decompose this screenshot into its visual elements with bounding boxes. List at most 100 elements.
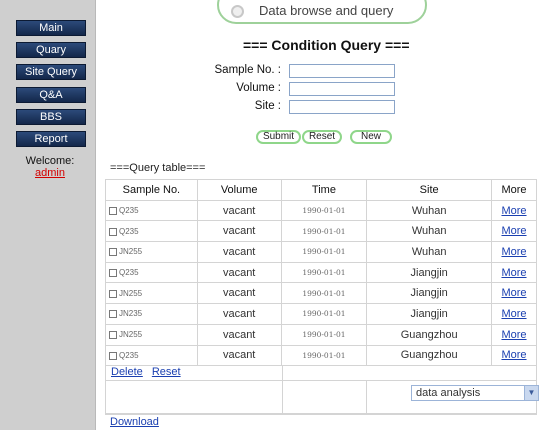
query-table-title: ===Query table===: [110, 162, 206, 174]
nav-quary-button[interactable]: Quary: [16, 42, 86, 58]
nav-qa-button[interactable]: Q&A: [16, 87, 86, 103]
banner-title: Data browse and query: [259, 3, 394, 18]
more-cell: More: [491, 303, 537, 325]
more-cell: More: [491, 261, 537, 284]
table-row: Q235 vacant 1990-01-01 Wuhan More: [105, 220, 537, 243]
header-time: Time: [280, 179, 368, 201]
query-table: Sample No. Volume Time Site More Q235 va…: [105, 179, 537, 367]
sample-cell: Q235: [105, 261, 198, 284]
time-cell: 1990-01-01: [280, 323, 368, 346]
more-link[interactable]: More: [501, 205, 526, 217]
more-cell: More: [491, 220, 537, 243]
nav-main-button[interactable]: Main: [16, 20, 86, 36]
time-cell: 1990-01-01: [280, 303, 368, 325]
more-link[interactable]: More: [501, 329, 526, 341]
analysis-divider: [366, 381, 367, 413]
table-row: JN255 vacant 1990-01-01 Wuhan More: [105, 241, 537, 263]
row-checkbox[interactable]: [109, 289, 117, 298]
sample-cell: Q235: [105, 199, 198, 222]
download-link[interactable]: Download: [110, 416, 159, 428]
time-cell: 1990-01-01: [280, 241, 368, 263]
site-label: Site :: [254, 100, 281, 112]
site-cell: Wuhan: [366, 241, 493, 263]
site-cell: Guangzhou: [366, 344, 493, 367]
row-checkbox[interactable]: [109, 331, 117, 340]
table-reset-link[interactable]: Reset: [152, 366, 181, 378]
page-banner: Data browse and query: [217, 0, 427, 24]
sample-value: JN255: [119, 330, 143, 340]
site-cell: Jiangjin: [366, 303, 493, 325]
sample-value: JN255: [119, 247, 143, 257]
welcome-label: Welcome:: [25, 155, 75, 167]
table-row: Q235 vacant 1990-01-01 Wuhan More: [105, 199, 537, 222]
row-checkbox[interactable]: [109, 268, 117, 277]
site-cell: Wuhan: [366, 199, 493, 222]
more-link[interactable]: More: [501, 225, 526, 237]
volume-cell: vacant: [196, 303, 282, 325]
volume-cell: vacant: [196, 344, 282, 367]
table-header-row: Sample No. Volume Time Site More: [105, 179, 537, 201]
sample-cell: JN255: [105, 282, 198, 305]
reset-button[interactable]: Reset: [302, 130, 342, 144]
table-actions: Delete Reset: [111, 366, 187, 378]
sample-value: JN255: [119, 288, 143, 298]
sample-cell: Q235: [105, 344, 198, 367]
table-row: Q235 vacant 1990-01-01 Jiangjin More: [105, 261, 537, 284]
analysis-select[interactable]: data analysis ▼: [411, 385, 539, 401]
sample-no-label: Sample No. :: [214, 64, 281, 76]
sample-value: Q235: [119, 350, 139, 360]
nav-site-query-button[interactable]: Site Query: [16, 64, 86, 80]
more-link[interactable]: More: [501, 349, 526, 361]
more-cell: More: [491, 199, 537, 222]
table-row: JN255 vacant 1990-01-01 Guangzhou More: [105, 323, 537, 346]
time-cell: 1990-01-01: [280, 199, 368, 222]
row-checkbox[interactable]: [109, 351, 117, 360]
download-area: Download: [110, 416, 159, 428]
sample-cell: JN255: [105, 241, 198, 263]
table-row: Q235 vacant 1990-01-01 Guangzhou More: [105, 344, 537, 367]
nav-report-button[interactable]: Report: [16, 131, 86, 147]
chevron-down-icon[interactable]: ▼: [524, 386, 538, 400]
more-link[interactable]: More: [501, 308, 526, 320]
volume-input[interactable]: [289, 82, 395, 96]
bottom-divider: [105, 414, 537, 415]
time-cell: 1990-01-01: [280, 344, 368, 367]
sample-no-input[interactable]: [289, 64, 395, 78]
sample-value: Q235: [119, 268, 139, 278]
more-link[interactable]: More: [501, 267, 526, 279]
more-link[interactable]: More: [501, 287, 526, 299]
sample-cell: JN255: [105, 323, 198, 346]
user-link[interactable]: admin: [10, 167, 90, 179]
volume-label: Volume :: [236, 82, 281, 94]
volume-cell: vacant: [196, 199, 282, 222]
sample-value: Q235: [119, 206, 139, 216]
more-cell: More: [491, 323, 537, 346]
more-cell: More: [491, 344, 537, 367]
sidebar: Main Quary Site Query Q&A BBS Report Wel…: [0, 0, 96, 430]
site-cell: Wuhan: [366, 220, 493, 243]
row-checkbox[interactable]: [109, 248, 117, 257]
table-row: JN235 vacant 1990-01-01 Jiangjin More: [105, 303, 537, 325]
site-cell: Jiangjin: [366, 261, 493, 284]
nav-bbs-button[interactable]: BBS: [16, 109, 86, 125]
sample-cell: JN235: [105, 303, 198, 325]
volume-cell: vacant: [196, 323, 282, 346]
sample-value: JN235: [119, 309, 143, 319]
row-checkbox[interactable]: [109, 310, 117, 319]
delete-link[interactable]: Delete: [111, 366, 143, 378]
condition-query-title: === Condition Query ===: [243, 37, 410, 53]
header-more: More: [491, 179, 537, 201]
table-row: JN255 vacant 1990-01-01 Jiangjin More: [105, 282, 537, 305]
sample-value: Q235: [119, 226, 139, 236]
more-link[interactable]: More: [501, 246, 526, 258]
analysis-select-value: data analysis: [416, 387, 481, 399]
volume-cell: vacant: [196, 241, 282, 263]
row-checkbox[interactable]: [109, 206, 117, 215]
site-input[interactable]: [289, 100, 395, 114]
new-button[interactable]: New: [350, 130, 392, 144]
header-sample-no: Sample No.: [105, 179, 198, 201]
submit-button[interactable]: Submit: [256, 130, 301, 144]
row-checkbox[interactable]: [109, 227, 117, 236]
header-volume: Volume: [196, 179, 282, 201]
sample-cell: Q235: [105, 220, 198, 243]
